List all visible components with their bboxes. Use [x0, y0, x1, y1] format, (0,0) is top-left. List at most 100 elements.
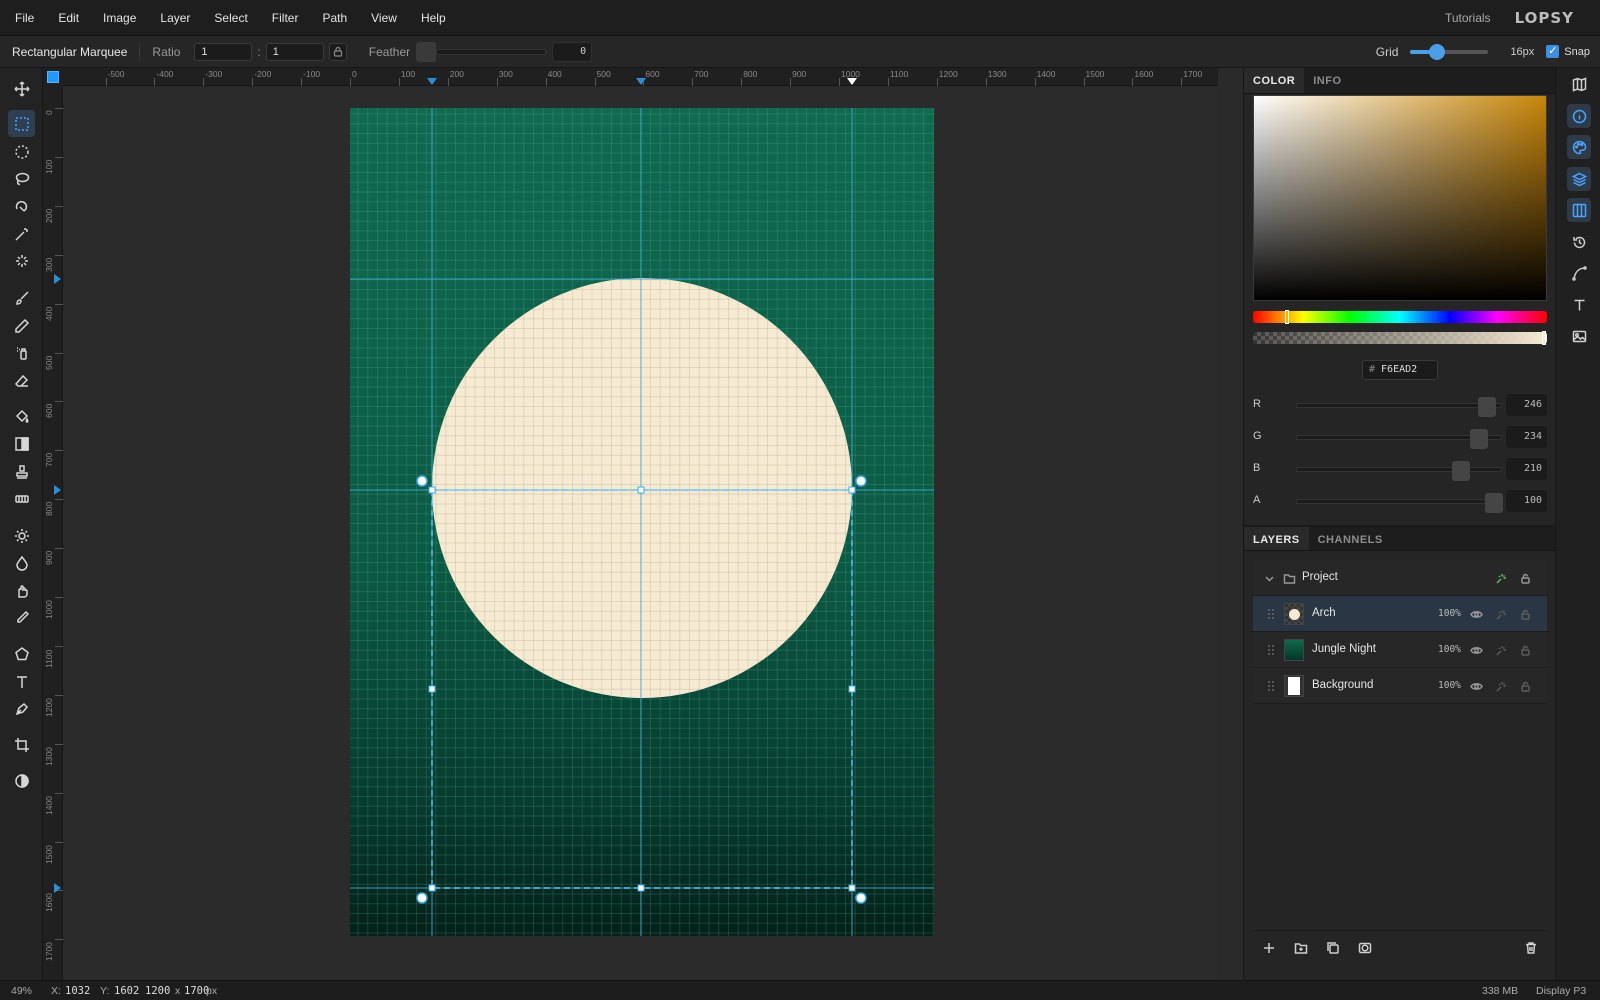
horizontal-ruler[interactable]: -500 -400 -300 -200 -100 0 100 200 300 400 500 600 7…	[63, 68, 1218, 86]
channel-thumb-b[interactable]	[1451, 461, 1470, 481]
channel-slider-b[interactable]	[1296, 461, 1502, 481]
lock-icon[interactable]	[1517, 642, 1533, 658]
snap-checkbox[interactable]: ✓	[1546, 45, 1560, 58]
layer-opacity[interactable]: 100%	[1438, 608, 1461, 619]
eye-icon[interactable]	[1468, 678, 1484, 694]
ratio-width-input[interactable]	[194, 42, 253, 61]
navigator-button[interactable]	[1567, 72, 1591, 96]
lock-icon[interactable]	[1517, 678, 1533, 694]
channel-value-b[interactable]: 210	[1506, 458, 1547, 480]
eye-icon[interactable]	[1468, 642, 1484, 658]
feather-value[interactable]: 0	[552, 41, 593, 62]
palette-button[interactable]	[1567, 135, 1591, 159]
stamp-tool[interactable]	[8, 458, 35, 485]
tab-color[interactable]: COLOR	[1244, 68, 1305, 93]
channel-slider-r[interactable]	[1296, 397, 1502, 417]
alpha-slider[interactable]	[1253, 331, 1547, 345]
magic-wand-tool[interactable]	[8, 220, 35, 247]
delete-layer-button[interactable]	[1515, 935, 1547, 961]
duplicate-layer-button[interactable]	[1317, 935, 1349, 961]
pencil-tool[interactable]	[8, 312, 35, 339]
add-group-button[interactable]	[1285, 935, 1317, 961]
gradient-tool[interactable]	[8, 430, 35, 457]
channel-thumb-g[interactable]	[1469, 429, 1488, 449]
hue-slider[interactable]	[1253, 310, 1547, 324]
eye-icon[interactable]	[1468, 606, 1484, 622]
alpha-thumb[interactable]	[1542, 331, 1546, 345]
menu-filter[interactable]: Filter	[260, 0, 311, 36]
lasso-tool[interactable]	[8, 165, 35, 192]
canvas-viewport[interactable]: -500 -400 -300 -200 -100 0 100 200 300 400 500 600 7…	[43, 68, 1218, 980]
type-button[interactable]	[1567, 293, 1591, 317]
menu-select[interactable]: Select	[202, 0, 259, 36]
channel-value-a[interactable]: 100	[1506, 490, 1547, 512]
tab-channels[interactable]: CHANNELS	[1309, 527, 1392, 550]
channels-button[interactable]	[1567, 198, 1591, 222]
link-icon[interactable]	[1493, 570, 1509, 586]
text-tool[interactable]	[8, 668, 35, 695]
healing-tool[interactable]	[8, 485, 35, 512]
layer-row[interactable]: Arch 100%	[1253, 596, 1547, 632]
channel-thumb-a[interactable]	[1485, 493, 1503, 513]
menu-image[interactable]: Image	[91, 0, 148, 36]
vertical-ruler[interactable]: 0 100 200 300 400 500 600 700 800 900 1000 1100 1200…	[43, 86, 63, 980]
link-icon[interactable]	[1493, 606, 1509, 622]
channel-slider-g[interactable]	[1296, 429, 1502, 449]
hue-thumb[interactable]	[1285, 310, 1289, 324]
grid-slider-thumb[interactable]	[1428, 43, 1445, 60]
tab-layers[interactable]: LAYERS	[1244, 527, 1309, 550]
drag-handle-icon[interactable]	[1267, 608, 1275, 620]
link-icon[interactable]	[1493, 678, 1509, 694]
layer-group-row[interactable]: Project	[1253, 560, 1547, 596]
document-canvas[interactable]	[350, 108, 934, 936]
ruler-origin-marker[interactable]	[47, 71, 59, 83]
info-button[interactable]	[1567, 104, 1591, 128]
image-button[interactable]	[1567, 324, 1591, 348]
smudge-tool[interactable]	[8, 577, 35, 604]
menu-help[interactable]: Help	[409, 0, 458, 36]
hex-input[interactable]: # F6EAD2	[1362, 360, 1438, 380]
rect-marquee-tool[interactable]	[8, 110, 35, 137]
layers-button[interactable]	[1567, 167, 1591, 191]
crop-tool[interactable]	[8, 731, 35, 758]
chevron-down-icon[interactable]	[1261, 570, 1277, 586]
spray-tool[interactable]	[8, 339, 35, 366]
tutorials-link[interactable]: Tutorials	[1445, 11, 1491, 25]
menu-layer[interactable]: Layer	[148, 0, 202, 36]
brush-tool[interactable]	[8, 284, 35, 311]
path-button[interactable]	[1567, 261, 1591, 285]
grid-size-slider[interactable]	[1410, 43, 1489, 60]
dodge-tool[interactable]	[8, 522, 35, 549]
channel-thumb-r[interactable]	[1478, 397, 1497, 417]
channel-value-r[interactable]: 246	[1506, 394, 1547, 416]
magnetic-lasso-tool[interactable]	[8, 192, 35, 219]
move-tool[interactable]	[8, 75, 35, 102]
polygon-tool[interactable]	[8, 640, 35, 667]
tab-info[interactable]: INFO	[1304, 68, 1350, 93]
feather-slider[interactable]	[436, 48, 547, 55]
lock-icon[interactable]	[1517, 606, 1533, 622]
layer-opacity[interactable]: 100%	[1438, 644, 1461, 655]
quick-select-tool[interactable]	[8, 247, 35, 274]
color-field[interactable]	[1253, 95, 1547, 301]
ellipse-marquee-tool[interactable]	[8, 138, 35, 165]
eyedropper-tool[interactable]	[8, 604, 35, 631]
drag-handle-icon[interactable]	[1267, 680, 1275, 692]
burn-tool[interactable]	[8, 549, 35, 576]
layer-row[interactable]: Background 100%	[1253, 668, 1547, 704]
ratio-lock-button[interactable]	[328, 42, 347, 61]
layer-opacity[interactable]: 100%	[1438, 680, 1461, 691]
channel-slider-a[interactable]	[1296, 493, 1503, 513]
feather-slider-handle[interactable]	[416, 41, 437, 62]
channel-value-g[interactable]: 234	[1506, 426, 1547, 448]
layer-row[interactable]: Jungle Night 100%	[1253, 632, 1547, 668]
eraser-tool[interactable]	[8, 367, 35, 394]
menu-file[interactable]: File	[0, 0, 46, 36]
history-button[interactable]	[1567, 230, 1591, 254]
drag-handle-icon[interactable]	[1267, 644, 1275, 656]
link-icon[interactable]	[1493, 642, 1509, 658]
lock-icon[interactable]	[1517, 570, 1533, 586]
ruler-corner[interactable]	[43, 68, 63, 86]
menu-view[interactable]: View	[359, 0, 409, 36]
zoom-level[interactable]: 49%	[11, 985, 32, 997]
